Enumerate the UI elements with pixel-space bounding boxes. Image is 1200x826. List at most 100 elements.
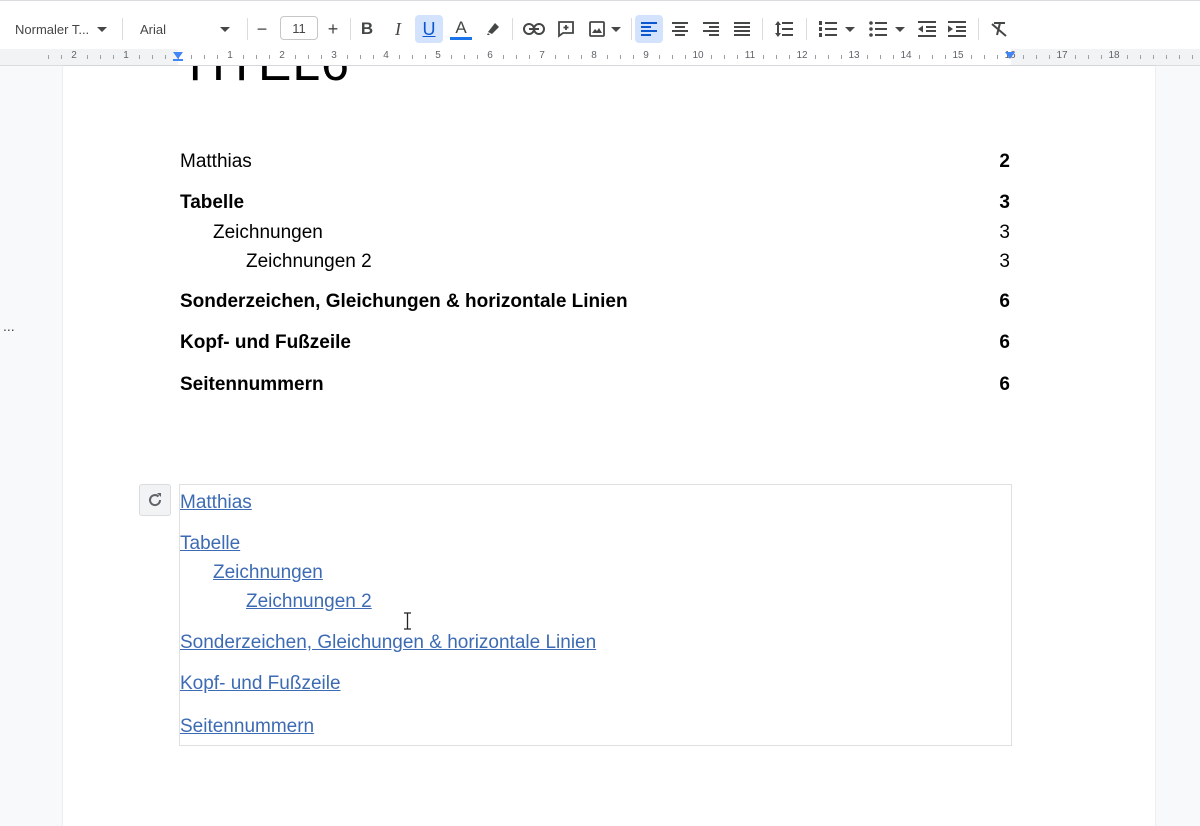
align-right-button[interactable]: [697, 15, 725, 43]
toc-link[interactable]: Sonderzeichen, Gleichungen & horizontale…: [180, 632, 596, 654]
document-page[interactable]: TITEL6 Matthias 2 Tabelle 3 Zeichnungen …: [63, 66, 1155, 826]
insert-image-button[interactable]: [584, 15, 624, 43]
toc-entry-label: Kopf- und Fußzeile: [180, 332, 351, 353]
toc-entry-page: 2: [999, 151, 1010, 172]
toc-entry-page: 3: [999, 251, 1010, 272]
increase-indent-icon: [948, 21, 966, 37]
toc-link[interactable]: Seitennummern: [180, 716, 314, 738]
toolbar-divider: [978, 18, 979, 40]
chevron-down-icon: [97, 26, 108, 32]
left-indent-marker[interactable]: [173, 52, 183, 59]
numbered-list-button[interactable]: [814, 15, 858, 43]
toc-links-block[interactable]: [179, 484, 1012, 746]
font-size-input[interactable]: 11: [280, 16, 318, 40]
ruler-tick: [828, 55, 829, 59]
ruler-tick: [373, 55, 374, 59]
toc-entry: Matthias 2: [180, 151, 1010, 173]
ruler-tick: [945, 55, 946, 59]
ruler-tick: [555, 55, 556, 59]
increase-indent-button[interactable]: [943, 15, 971, 43]
ruler-tick: [633, 55, 634, 59]
toc-entry: Kopf- und Fußzeile 6: [180, 332, 1010, 354]
toolbar-divider: [631, 18, 632, 40]
right-indent-marker[interactable]: [1005, 52, 1015, 59]
ruler-tick: [1179, 55, 1180, 59]
underline-icon: U: [422, 18, 436, 39]
ruler-tick: [451, 55, 452, 59]
toc-entry-page: 3: [999, 222, 1010, 243]
justify-button[interactable]: [728, 15, 756, 43]
ruler-tick: [139, 55, 140, 59]
align-center-icon: [672, 22, 688, 36]
ruler-tick: [1192, 55, 1193, 59]
ruler-tick: [1101, 55, 1102, 59]
ruler-tick: [61, 55, 62, 59]
ruler-tick: [1036, 55, 1037, 59]
ruler-tick: [191, 55, 192, 59]
toc-entry-label: Zeichnungen 2: [246, 251, 372, 272]
chevron-down-icon: [844, 26, 855, 32]
ruler-tick: [1153, 55, 1154, 59]
align-justify-icon: [734, 22, 750, 36]
line-spacing-button[interactable]: [770, 15, 798, 43]
ruler-tick: [165, 55, 166, 59]
ruler-tick: [685, 55, 686, 59]
ruler-number: 2: [71, 50, 77, 61]
ruler-tick: [1075, 55, 1076, 59]
ruler-number: 9: [643, 50, 649, 61]
ruler-tick: [711, 55, 712, 59]
bold-icon: B: [360, 19, 374, 38]
decrease-font-size-button[interactable]: −: [250, 15, 274, 43]
ruler-tick: [529, 55, 530, 59]
add-comment-icon: [558, 21, 574, 38]
paragraph-style-value: Normaler T...: [15, 21, 90, 37]
highlight-color-button[interactable]: [480, 15, 506, 43]
ruler-number: 12: [796, 50, 808, 61]
insert-link-button[interactable]: [520, 15, 548, 43]
toc-entry-page: 6: [999, 332, 1010, 353]
bulleted-list-icon: [868, 21, 887, 37]
paragraph-style-dropdown[interactable]: Normaler T...: [8, 15, 116, 43]
toc-link[interactable]: Tabelle: [180, 533, 240, 555]
ruler-number: 4: [383, 50, 389, 61]
ruler-tick: [308, 55, 309, 59]
minus-icon: −: [256, 18, 268, 39]
bulleted-list-button[interactable]: [864, 15, 908, 43]
clear-formatting-button[interactable]: [985, 15, 1013, 43]
ruler-tick: [867, 55, 868, 59]
toc-link[interactable]: Zeichnungen: [213, 562, 323, 584]
ruler-tick: [516, 55, 517, 59]
italic-button[interactable]: I: [385, 15, 411, 43]
ruler-number: 15: [952, 50, 964, 61]
toc-link[interactable]: Kopf- und Fußzeile: [180, 673, 341, 695]
ruler-tick: [724, 55, 725, 59]
ruler-tick: [256, 55, 257, 59]
ruler-tick: [607, 55, 608, 59]
bold-button[interactable]: B: [354, 15, 380, 43]
insert-comment-button[interactable]: [553, 15, 579, 43]
ruler-number: 13: [848, 50, 860, 61]
ruler-number: 10: [692, 50, 704, 61]
line-spacing-icon: [775, 21, 793, 37]
toc-link[interactable]: Zeichnungen 2: [246, 591, 372, 613]
toolbar-divider: [762, 18, 763, 40]
decrease-indent-button[interactable]: [913, 15, 941, 43]
ruler-tick: [412, 55, 413, 59]
first-line-indent-marker[interactable]: [173, 59, 183, 61]
increase-font-size-button[interactable]: +: [321, 15, 345, 43]
text-color-button[interactable]: A: [447, 15, 475, 43]
toc-link[interactable]: Matthias: [180, 492, 252, 514]
toolbar-divider: [350, 18, 351, 40]
underline-button[interactable]: U: [415, 15, 443, 43]
ruler-tick: [113, 55, 114, 59]
font-family-dropdown[interactable]: Arial: [134, 15, 242, 43]
side-menu-dots[interactable]: ...: [3, 318, 15, 334]
ruler-tick: [893, 55, 894, 59]
ruler-tick: [932, 55, 933, 59]
ruler-tick: [243, 55, 244, 59]
align-center-button[interactable]: [666, 15, 694, 43]
align-left-button[interactable]: [635, 15, 663, 43]
refresh-toc-button[interactable]: [139, 484, 171, 516]
clear-formatting-icon: [991, 22, 1007, 37]
toc-entry: Sonderzeichen, Gleichungen & horizontale…: [180, 291, 1010, 313]
